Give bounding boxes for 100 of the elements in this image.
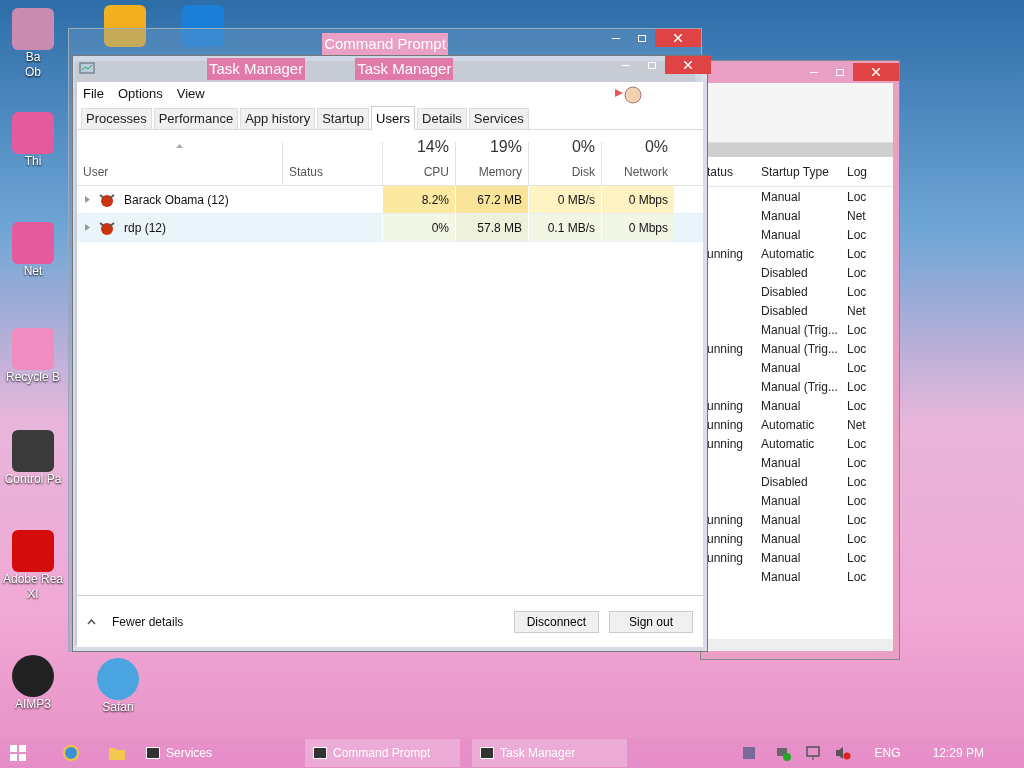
menu-item[interactable]: View: [176, 84, 205, 104]
network-monitor-icon[interactable]: [804, 745, 821, 761]
table-cell-text: Loc: [847, 397, 868, 415]
fewer-details-link[interactable]: Fewer details: [112, 612, 184, 631]
menu-item[interactable]: Options: [117, 84, 163, 104]
column-header[interactable]: Status: [289, 163, 324, 181]
tab[interactable]: Processes: [81, 108, 152, 129]
table-cell-text: Loc: [847, 454, 868, 472]
close-button[interactable]: [655, 29, 701, 47]
table-cell-text: Disabled: [760, 302, 809, 320]
table-cell-text: Manual: [760, 511, 802, 529]
tab[interactable]: Startup: [317, 108, 370, 129]
desktop-icon-label: AIMP3: [15, 697, 51, 712]
table-cell-text: Manual: [760, 188, 802, 206]
table-cell-text: Manual: [760, 568, 802, 586]
table-cell: unning: [707, 246, 744, 261]
table-cell: unning: [707, 341, 744, 356]
column-header[interactable]: Memory: [478, 163, 522, 181]
table-cell-text: Manual (Trig...: [760, 378, 839, 396]
table-cell-text: Automatic: [760, 245, 816, 263]
user-row[interactable]: rdp (12) 0% 57.8 MB 0.1 MB/s 0 Mbps: [77, 214, 703, 242]
action-button[interactable]: Sign out: [609, 610, 693, 633]
action-button[interactable]: Disconnect: [513, 610, 599, 633]
folder-icon[interactable]: [108, 745, 126, 761]
column-header[interactable]: tatus: [707, 162, 757, 181]
table-cell: unning: [707, 436, 744, 451]
table-cell-text: Loc: [847, 321, 868, 339]
horizontal-scrollbar[interactable]: [707, 639, 893, 651]
muted-speaker-icon[interactable]: [834, 745, 851, 761]
table-cell: 67.2 MB: [455, 186, 528, 213]
close-button[interactable]: [853, 63, 899, 81]
table-cell-text: Manual: [760, 454, 802, 472]
table-cell-text: Loc: [847, 340, 868, 358]
tab[interactable]: Performance: [153, 108, 239, 129]
tab[interactable]: App history: [240, 108, 316, 129]
sort-arrow-icon: [176, 144, 183, 148]
table-cell: 8.2%: [382, 186, 455, 213]
browser-icon[interactable]: [62, 744, 80, 762]
column-header[interactable]: CPU: [423, 163, 449, 181]
close-icon: [684, 61, 692, 69]
column-total: 0%: [644, 137, 668, 157]
column-header[interactable]: Disk: [571, 163, 595, 181]
table-cell-text: Manual (Trig...: [760, 340, 839, 358]
table-cell-text: Net: [847, 302, 867, 320]
desktop-icon-label: Adobe Rea: [2, 572, 63, 587]
expand-arrow-icon[interactable]: [85, 196, 90, 203]
table-cell-text: Disabled: [760, 264, 809, 282]
window-title: Task Manager: [355, 57, 454, 81]
expand-arrow-icon[interactable]: [85, 224, 90, 231]
table-cell: unning: [707, 531, 744, 546]
close-icon: [872, 68, 880, 76]
tab[interactable]: Services: [468, 108, 529, 129]
table-cell-text: Manual: [760, 549, 802, 567]
column-header[interactable]: Network: [624, 163, 668, 181]
chevron-up-icon[interactable]: [87, 618, 96, 625]
user-name: Barack Obama (12): [124, 191, 229, 209]
column-header[interactable]: Startup Type: [757, 162, 847, 181]
user-avatar-icon: [98, 219, 116, 236]
table-cell: 0.1 MB/s: [528, 214, 601, 241]
table-cell-text: Manual: [760, 226, 802, 244]
desktop-icon-label: Net: [23, 264, 43, 279]
desktop-icon-label: Thi: [24, 154, 42, 169]
desktop-app-icon[interactable]: [12, 655, 54, 697]
monitor-chart-icon: [79, 62, 95, 76]
table-cell-text: Net: [847, 416, 867, 434]
column-header[interactable]: Log: [847, 162, 877, 181]
table-cell-text: Loc: [847, 264, 868, 282]
table-cell-text: Loc: [847, 378, 868, 396]
close-icon: [674, 34, 682, 42]
column-header[interactable]: User: [83, 163, 109, 181]
table-cell-text: Net: [847, 207, 867, 225]
tab[interactable]: Users: [371, 106, 416, 130]
table-cell-text: Manual: [760, 207, 802, 225]
tab[interactable]: Details: [417, 108, 467, 129]
table-cell: 0 Mbps: [601, 214, 674, 241]
table-cell: 0 Mbps: [601, 186, 674, 213]
table-cell: unning: [707, 398, 744, 413]
menu-item[interactable]: File: [83, 84, 104, 104]
start-icon[interactable]: [10, 745, 26, 761]
table-cell-text: Loc: [847, 245, 868, 263]
table-cell: unning: [707, 417, 744, 432]
table-cell: unning: [707, 550, 744, 565]
desktop-icon-label: Ba: [25, 50, 41, 65]
column-total: 19%: [489, 137, 522, 157]
table-cell-text: Loc: [847, 568, 868, 586]
table-cell: 0%: [382, 214, 455, 241]
window-title: Command Prompt: [322, 33, 448, 56]
desktop-icon-label: XI: [27, 587, 39, 602]
table-cell-text: Loc: [847, 359, 868, 377]
table-cell-text: Loc: [847, 511, 868, 529]
table-cell-text: Manual (Trig...: [760, 321, 839, 339]
table-cell-text: Loc: [847, 549, 868, 567]
tray-square-icon[interactable]: [742, 747, 755, 759]
desktop-icon-label: Control Pa: [4, 472, 62, 487]
table-cell-text: Loc: [847, 435, 868, 453]
user-avatar-icon: [98, 191, 116, 208]
table-cell: unning: [707, 512, 744, 527]
user-row[interactable]: Barack Obama (12) 8.2% 67.2 MB 0 MB/s 0 Mbps: [77, 186, 703, 214]
network-check-icon[interactable]: [774, 745, 791, 761]
close-button[interactable]: [665, 56, 711, 74]
